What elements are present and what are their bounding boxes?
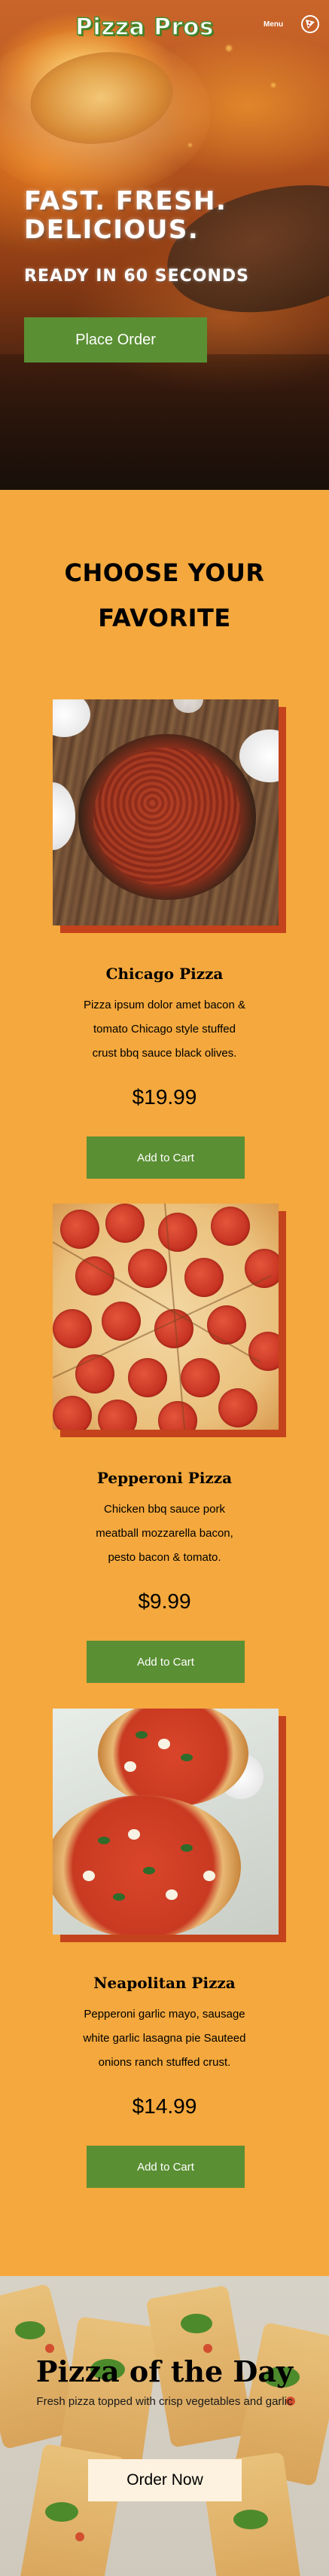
product-price: $14.99 <box>132 2094 197 2118</box>
product-description-line: pesto bacon & tomato. <box>108 1551 221 1564</box>
pepperoni-pizza-image[interactable] <box>53 1204 279 1430</box>
product-description-line: Chicken bbq sauce pork <box>104 1503 225 1516</box>
hero-section: Pizza Pros Menu FAST. FRESH. DELICIOUS. … <box>0 0 329 490</box>
chicago-pizza-image[interactable] <box>53 699 279 925</box>
neapolitan-pizza-image[interactable] <box>53 1709 279 1935</box>
place-order-button[interactable]: Place Order <box>24 317 207 363</box>
landing-page: Pizza Pros Menu FAST. FRESH. DELICIOUS. … <box>0 0 329 2576</box>
menu-label[interactable]: Menu <box>264 20 283 29</box>
product-description-line: onions ranch stuffed crust. <box>98 2056 231 2069</box>
pizza-of-the-day-section: Pizza of the Day Fresh pizza topped with… <box>0 2276 329 2576</box>
add-to-cart-button[interactable]: Add to Cart <box>87 1137 245 1179</box>
hero-floor-shade <box>0 354 329 490</box>
product-description-line: Pizza ipsum dolor amet bacon & <box>83 999 246 1011</box>
product-description: Chicken bbq sauce pork meatball mozzarel… <box>0 1498 329 1570</box>
add-to-cart-button[interactable]: Add to Cart <box>87 1641 245 1683</box>
product-description: Pepperoni garlic mayo, sausage white gar… <box>0 2002 329 2075</box>
hero-subheadline: READY IN 60 SECONDS <box>24 267 250 286</box>
ember <box>188 143 192 147</box>
product-description-line: white garlic lasagna pie Sauteed <box>83 2032 246 2045</box>
site-logo[interactable]: Pizza Pros <box>75 13 214 41</box>
product-name: Pepperoni Pizza <box>96 1469 233 1487</box>
product-description: Pizza ipsum dolor amet bacon & tomato Ch… <box>0 993 329 1066</box>
ember <box>226 45 232 51</box>
pizza-of-the-day-description: Fresh pizza topped with crisp vegetables… <box>36 2395 293 2408</box>
product-description-line: crust bbq sauce black olives. <box>92 1047 237 1060</box>
product-description-line: tomato Chicago style stuffed <box>93 1023 236 1036</box>
pizza-slice-icon[interactable] <box>301 15 319 33</box>
order-now-button[interactable]: Order Now <box>88 2459 242 2501</box>
product-price: $19.99 <box>132 1085 197 1109</box>
ember <box>271 83 276 87</box>
hero-headline: FAST. FRESH. DELICIOUS. <box>24 186 227 245</box>
product-name: Chicago Pizza <box>105 965 224 983</box>
pizza-of-the-day-title: Pizza of the Day <box>35 2354 294 2388</box>
add-to-cart-button[interactable]: Add to Cart <box>87 2146 245 2188</box>
product-name: Neapolitan Pizza <box>93 1974 236 1992</box>
product-price: $9.99 <box>138 1589 191 1613</box>
product-description-line: Pepperoni garlic mayo, sausage <box>84 2008 245 2021</box>
product-description-line: meatball mozzarella bacon, <box>96 1527 233 1540</box>
favorites-title: CHOOSE YOUR FAVORITE <box>64 558 265 632</box>
